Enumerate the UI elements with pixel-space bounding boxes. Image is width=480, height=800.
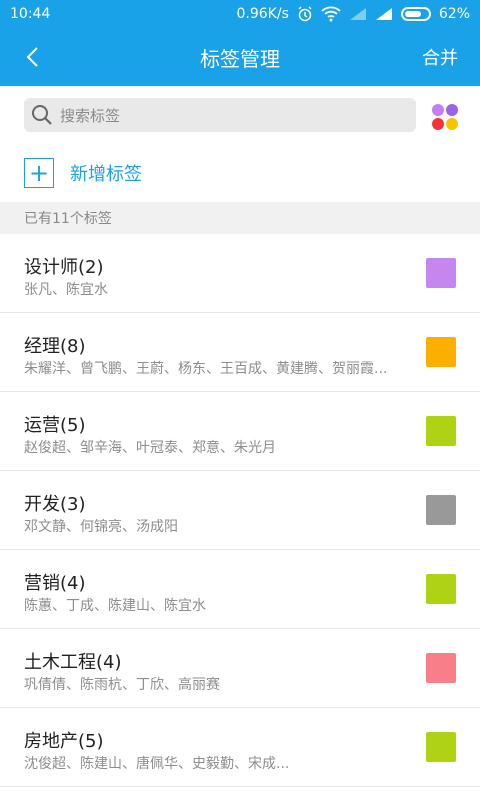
signal-icon-1 <box>349 8 366 20</box>
tag-item-marketing[interactable]: 营销(4) 陈蕙、丁成、陈建山、陈宜水 <box>0 550 480 629</box>
network-speed: 0.96K/s <box>236 6 289 22</box>
tag-color-swatch[interactable] <box>426 732 456 762</box>
tag-item-operations[interactable]: 运营(5) 赵俊超、邹辛海、叶冠泰、郑意、朱光月 <box>0 392 480 471</box>
wifi-icon <box>321 6 341 22</box>
tag-title: 开发(3) <box>24 494 86 515</box>
status-bar: 10:44 0.96K/s 62% <box>0 0 480 28</box>
tag-list: 设计师(2) 张凡、陈宜水 经理(8) 朱耀洋、曾飞鹏、王蔚、杨东、王百成、黄建… <box>0 234 480 787</box>
tag-title: 运营(5) <box>24 415 86 436</box>
tag-members: 陈蕙、丁成、陈建山、陈宜水 <box>24 598 206 614</box>
search-input[interactable]: 搜索标签 <box>24 98 416 132</box>
back-button[interactable] <box>14 28 50 86</box>
tag-color-swatch[interactable] <box>426 495 456 525</box>
tag-title: 设计师(2) <box>24 257 104 278</box>
tag-count: 已有11个标签 <box>0 202 480 234</box>
tag-item-civil-engineering[interactable]: 土木工程(4) 巩倩倩、陈雨杭、丁欣、高丽赛 <box>0 629 480 708</box>
palette-dot <box>432 104 444 116</box>
status-time: 10:44 <box>10 6 51 22</box>
alarm-icon <box>298 6 312 22</box>
battery-level: 62% <box>438 6 470 22</box>
tag-title: 经理(8) <box>24 336 86 357</box>
tag-members: 邓文静、何锦亮、汤成阳 <box>24 519 178 535</box>
tag-members: 张凡、陈宜水 <box>24 282 108 298</box>
page-title: 标签管理 <box>200 46 280 71</box>
add-tag-label: 新增标签 <box>70 164 142 185</box>
app-header: 标签管理 合并 <box>0 28 480 86</box>
tag-color-swatch[interactable] <box>426 416 456 446</box>
search-placeholder: 搜索标签 <box>60 106 121 125</box>
tag-color-swatch[interactable] <box>426 337 456 367</box>
palette-dot <box>446 104 458 116</box>
merge-button[interactable]: 合并 <box>422 28 458 86</box>
search-icon <box>32 105 52 125</box>
tag-members: 巩倩倩、陈雨杭、丁欣、高丽赛 <box>24 677 220 693</box>
tag-item-real-estate[interactable]: 房地产(5) 沈俊超、陈建山、唐佩华、史毅勤、宋成... <box>0 708 480 787</box>
tag-title: 土木工程(4) <box>24 652 122 673</box>
tag-title: 营销(4) <box>24 573 86 594</box>
chevron-left-icon <box>26 47 38 67</box>
tag-members: 赵俊超、邹辛海、叶冠泰、郑意、朱光月 <box>24 440 276 456</box>
search-row: 搜索标签 <box>0 86 480 146</box>
tag-color-swatch[interactable] <box>426 653 456 683</box>
tag-title: 房地产(5) <box>24 731 104 752</box>
tag-color-swatch[interactable] <box>426 574 456 604</box>
palette-dot <box>432 118 444 130</box>
battery-icon <box>400 7 431 21</box>
tag-item-designer[interactable]: 设计师(2) 张凡、陈宜水 <box>0 234 480 313</box>
tag-color-swatch[interactable] <box>426 258 456 288</box>
plus-icon: + <box>24 158 54 188</box>
tag-members: 朱耀洋、曾飞鹏、王蔚、杨东、王百成、黄建腾、贺丽霞... <box>24 361 388 377</box>
tag-members: 沈俊超、陈建山、唐佩华、史毅勤、宋成... <box>24 756 290 772</box>
add-tag-button[interactable]: + 新增标签 <box>0 146 480 202</box>
tag-item-manager[interactable]: 经理(8) 朱耀洋、曾飞鹏、王蔚、杨东、王百成、黄建腾、贺丽霞... <box>0 313 480 392</box>
signal-icon-2 <box>375 8 392 20</box>
status-right: 0.96K/s 62% <box>237 6 471 22</box>
tag-item-development[interactable]: 开发(3) 邓文静、何锦亮、汤成阳 <box>0 471 480 550</box>
palette-dot <box>446 118 458 130</box>
color-filter-button[interactable] <box>432 104 458 130</box>
